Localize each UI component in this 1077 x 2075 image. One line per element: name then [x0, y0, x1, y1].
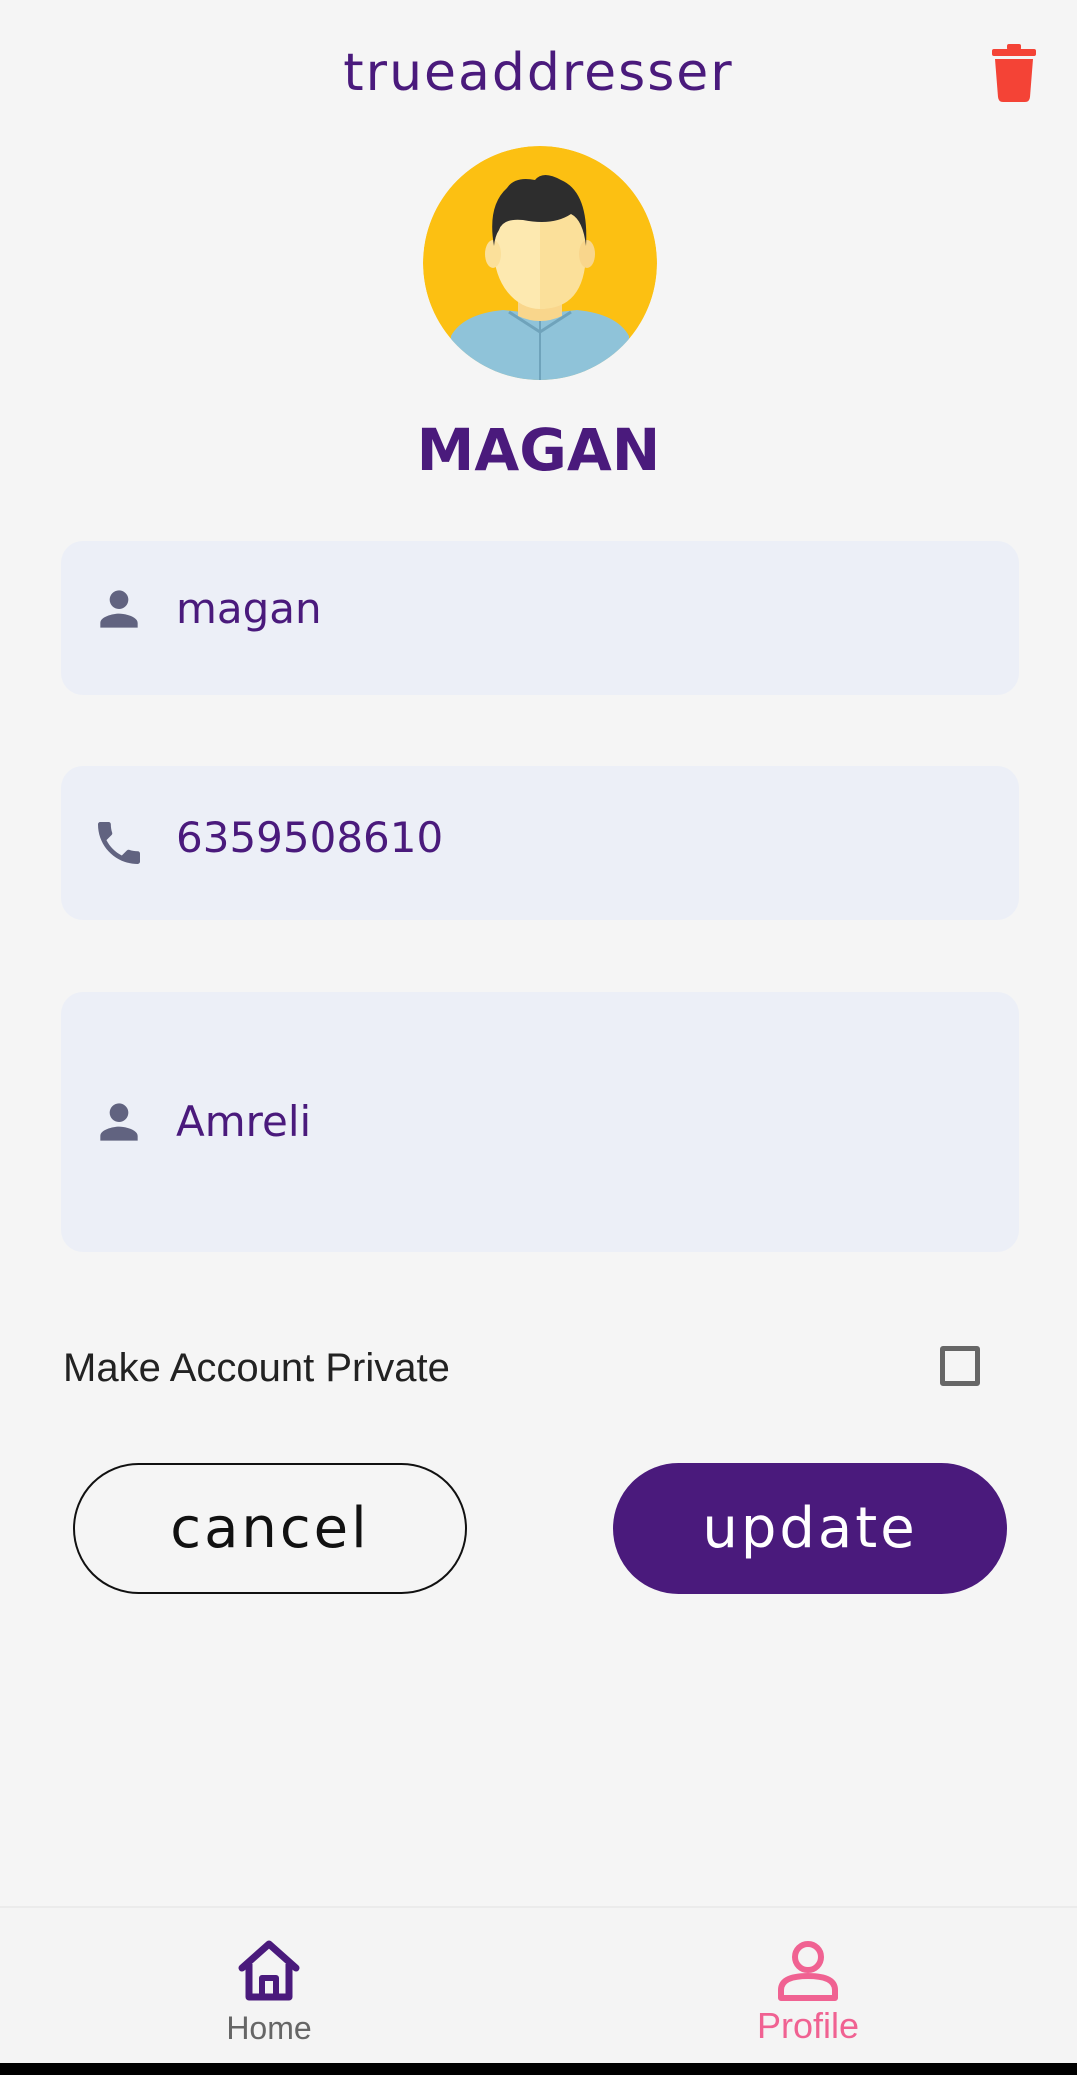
person-icon: [100, 1103, 138, 1141]
update-button[interactable]: update: [613, 1463, 1007, 1594]
avatar-man-icon: [423, 146, 657, 380]
phone-value: 6359508610: [176, 813, 444, 862]
system-nav-bar: [0, 2063, 1077, 2075]
name-field[interactable]: magan: [61, 541, 1019, 695]
phone-field[interactable]: 6359508610: [61, 766, 1019, 920]
profile-name: MAGAN: [416, 416, 661, 484]
bottom-nav: Home Profile: [0, 1906, 1077, 2065]
phone-icon: [98, 822, 140, 864]
make-private-label: Make Account Private: [63, 1346, 450, 1390]
make-private-checkbox[interactable]: [940, 1346, 980, 1386]
nav-item-home[interactable]: Home: [0, 1908, 538, 2065]
city-field[interactable]: Amreli: [61, 992, 1019, 1252]
nav-label-home: Home: [226, 2010, 312, 2046]
person-icon: [100, 590, 138, 628]
home-icon: [238, 1940, 300, 2001]
nav-item-profile[interactable]: Profile: [539, 1908, 1077, 2065]
profile-icon: [778, 1941, 838, 2001]
trash-icon: [992, 44, 1036, 102]
name-value: magan: [176, 584, 322, 633]
delete-button[interactable]: [990, 44, 1038, 102]
nav-label-profile: Profile: [756, 2005, 860, 2046]
app-title: trueaddresser: [343, 43, 734, 103]
city-value: Amreli: [176, 1097, 312, 1146]
app-bar: trueaddresser: [0, 0, 1077, 145]
cancel-button[interactable]: cancel: [73, 1463, 467, 1594]
avatar[interactable]: [423, 146, 657, 380]
